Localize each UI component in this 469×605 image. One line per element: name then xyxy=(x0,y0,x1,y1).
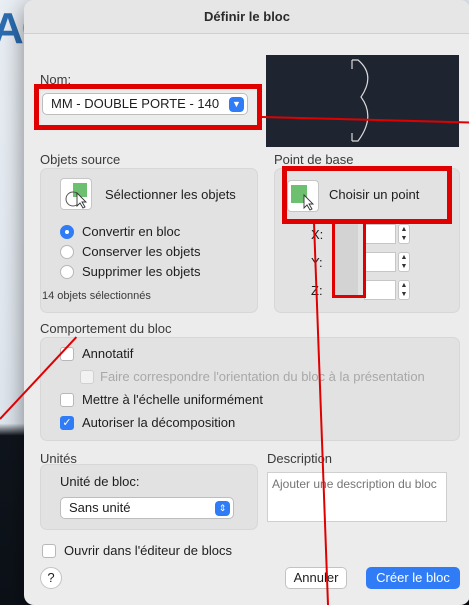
block-preview xyxy=(266,55,459,147)
selected-count-text: 14 objets sélectionnés xyxy=(42,290,151,302)
description-textarea[interactable] xyxy=(267,472,447,522)
convert-to-block-label: Convertir en bloc xyxy=(82,224,181,239)
scale-uniform-checkbox[interactable] xyxy=(60,393,74,407)
block-unit-value: Sans unité xyxy=(69,500,131,515)
x-stepper[interactable]: ▲ ▼ xyxy=(398,224,410,244)
select-objects-label[interactable]: Sélectionner les objets xyxy=(105,187,236,202)
match-orientation-checkbox[interactable] xyxy=(80,370,94,384)
y-stepper[interactable]: ▲ ▼ xyxy=(398,252,410,272)
keep-objects-label: Conserver les objets xyxy=(82,244,201,259)
allow-explode-label: Autoriser la décomposition xyxy=(82,415,236,430)
select-objects-button[interactable] xyxy=(60,178,92,210)
radio-delete-objects[interactable] xyxy=(60,265,74,279)
y-coordinate-field[interactable] xyxy=(364,252,396,272)
radio-convert-to-block[interactable] xyxy=(60,225,74,239)
z-coordinate-field[interactable] xyxy=(364,280,396,300)
block-unit-select[interactable]: Sans unité ⇕ xyxy=(60,497,234,519)
chevron-updown-icon[interactable]: ⇕ xyxy=(215,501,230,516)
dialog-title: Définir le bloc xyxy=(24,0,469,34)
y-label: Y: xyxy=(311,255,323,270)
block-unit-label: Unité de bloc: xyxy=(60,474,140,489)
annotation-box-name xyxy=(34,84,262,130)
delete-objects-label: Supprimer les objets xyxy=(82,264,201,279)
annotation-box-pick-point xyxy=(282,166,452,224)
cancel-button[interactable]: Annuler xyxy=(285,567,347,589)
open-in-editor-label: Ouvrir dans l'éditeur de blocs xyxy=(64,543,232,558)
radio-keep-objects[interactable] xyxy=(60,245,74,259)
create-block-button[interactable]: Créer le bloc xyxy=(366,567,460,589)
open-in-editor-checkbox[interactable] xyxy=(42,544,56,558)
define-block-dialog: Définir le bloc Nom: MM - DOUBLE PORTE -… xyxy=(24,0,469,605)
help-button[interactable]: ? xyxy=(40,567,62,589)
annotative-label: Annotatif xyxy=(82,346,134,361)
base-point-title: Point de base xyxy=(274,152,354,167)
allow-explode-checkbox[interactable]: ✓ xyxy=(60,416,74,430)
annotation-box-coordinates xyxy=(332,220,366,298)
source-objects-title: Objets source xyxy=(40,152,121,167)
x-coordinate-field[interactable] xyxy=(364,224,396,244)
scale-uniform-label: Mettre à l'échelle uniformément xyxy=(82,392,263,407)
select-objects-icon xyxy=(65,183,88,209)
behavior-title: Comportement du bloc xyxy=(40,321,172,336)
match-orientation-label: Faire correspondre l'orientation du bloc… xyxy=(100,369,425,384)
door-preview-drawing xyxy=(351,59,369,142)
z-stepper[interactable]: ▲ ▼ xyxy=(398,280,410,300)
